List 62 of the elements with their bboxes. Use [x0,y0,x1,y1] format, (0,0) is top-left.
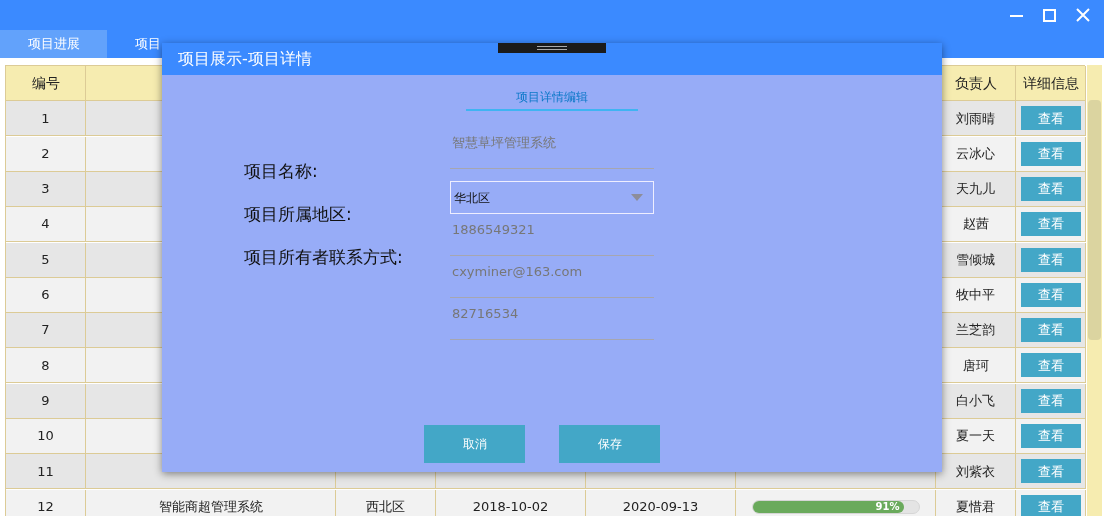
text-field[interactable]: cxyminer@163.com [450,262,654,298]
column-header: 详细信息 [1016,66,1086,102]
field-label: 项目所属地区: [244,203,353,226]
view-button[interactable]: 查看 [1020,176,1081,201]
dialog-button[interactable]: 保存 [559,425,660,463]
scrollbar-thumb[interactable] [1088,100,1101,340]
text-field[interactable]: 1886549321 [450,220,654,256]
view-button[interactable]: 查看 [1020,247,1081,272]
view-button[interactable]: 查看 [1020,388,1081,413]
owner-name: 夏一天 [956,427,995,446]
view-button[interactable]: 查看 [1020,318,1081,343]
project-name: 智能商超管理系统 [158,497,263,516]
view-button[interactable]: 查看 [1020,106,1081,131]
owner-name: 刘雨晴 [956,109,995,128]
view-button[interactable]: 查看 [1020,494,1081,516]
dialog-title: 项目展示-项目详情 [178,48,312,70]
owner-name: 兰芝韵 [956,321,995,340]
row-number: 4 [41,215,50,234]
view-button[interactable]: 查看 [1020,459,1081,484]
tab[interactable]: 项目进展 [0,30,107,58]
start-date: 2018-10-02 [472,497,549,516]
owner-name: 刘紫衣 [956,462,995,481]
row-number: 9 [41,392,50,410]
row-number: 1 [41,109,50,128]
row-number: 3 [41,180,50,199]
view-button[interactable]: 查看 [1020,282,1081,307]
owner-name: 唐珂 [962,356,989,375]
owner-name: 赵茜 [962,215,989,234]
row-number: 2 [41,144,50,163]
field-label: 项目所有者联系方式: [244,246,404,269]
maximize-icon[interactable] [1043,8,1056,22]
dialog-tab[interactable]: 项目详情编辑 [466,85,638,111]
owner-name: 天九儿 [956,180,995,199]
dialog-button[interactable]: 取消 [424,425,525,463]
progress-label: 91% [875,500,900,515]
text-field[interactable]: 智慧草坪管理系统 [450,133,654,169]
grip-icon [537,45,567,51]
row-number: 12 [37,497,54,516]
end-date: 2020-09-13 [622,497,699,516]
dropdown-caret-icon [631,194,643,201]
owner-name: 白小飞 [956,392,995,410]
row-number: 7 [41,321,50,340]
row-number: 11 [37,462,54,481]
region: 西北区 [366,497,405,516]
view-button[interactable]: 查看 [1020,353,1081,378]
row-number: 6 [41,286,50,305]
row-number: 10 [37,427,54,446]
owner-name: 雪倾城 [956,250,995,269]
view-button[interactable]: 查看 [1020,212,1081,237]
row-number: 8 [41,356,50,375]
owner-name: 云冰心 [956,144,995,163]
row-number: 5 [41,250,50,269]
owner-name: 牧中平 [956,286,995,305]
field-label: 项目名称: [244,160,319,183]
view-button[interactable]: 查看 [1020,141,1081,166]
owner-name: 夏惜君 [956,497,995,516]
text-field[interactable]: 82716534 [450,304,654,340]
drag-handle[interactable] [498,43,606,53]
region-select[interactable]: 华北区 [450,181,654,214]
view-button[interactable]: 查看 [1020,424,1081,449]
column-header: 编号 [6,66,86,101]
close-icon[interactable] [1076,8,1090,22]
